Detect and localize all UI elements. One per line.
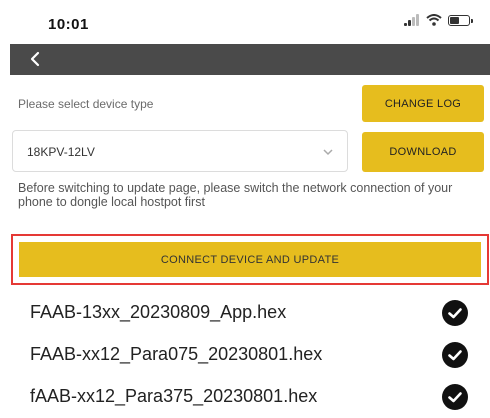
signal-icon [404,14,420,26]
connect-device-button[interactable]: CONNECT DEVICE AND UPDATE [19,242,481,277]
check-icon[interactable] [442,342,468,368]
battery-icon [448,14,473,26]
check-icon[interactable] [442,300,468,326]
file-name: FAAB-13xx_20230809_App.hex [30,302,287,322]
back-icon[interactable] [26,50,44,68]
status-time: 10:01 [48,16,89,33]
file-name: FAAB-xx12_Para075_20230801.hex [30,344,323,364]
status-icons [404,14,473,26]
connect-highlight-frame: CONNECT DEVICE AND UPDATE [11,234,489,285]
file-list-item[interactable]: FAAB-xx12_Para075_20230801.hex [0,334,490,376]
change-log-button[interactable]: CHANGE LOG [362,85,484,122]
chevron-down-icon [323,149,333,156]
download-button[interactable]: DOWNLOAD [362,132,484,172]
wifi-icon [426,14,442,26]
nav-bar [10,44,490,75]
file-name: fAAB-xx12_Para375_20230801.hex [30,386,318,406]
device-type-label: Please select device type [18,97,154,111]
status-bar: 10:01 [0,0,490,44]
check-icon[interactable] [442,384,468,410]
device-type-select[interactable]: 18KPV-12LV [12,130,348,172]
notice-text: Before switching to update page, please … [18,181,453,209]
file-list-item[interactable]: FAAB-13xx_20230809_App.hex [0,292,490,334]
file-list-item[interactable]: fAAB-xx12_Para375_20230801.hex [0,376,490,418]
device-type-value: 18KPV-12LV [27,145,95,159]
